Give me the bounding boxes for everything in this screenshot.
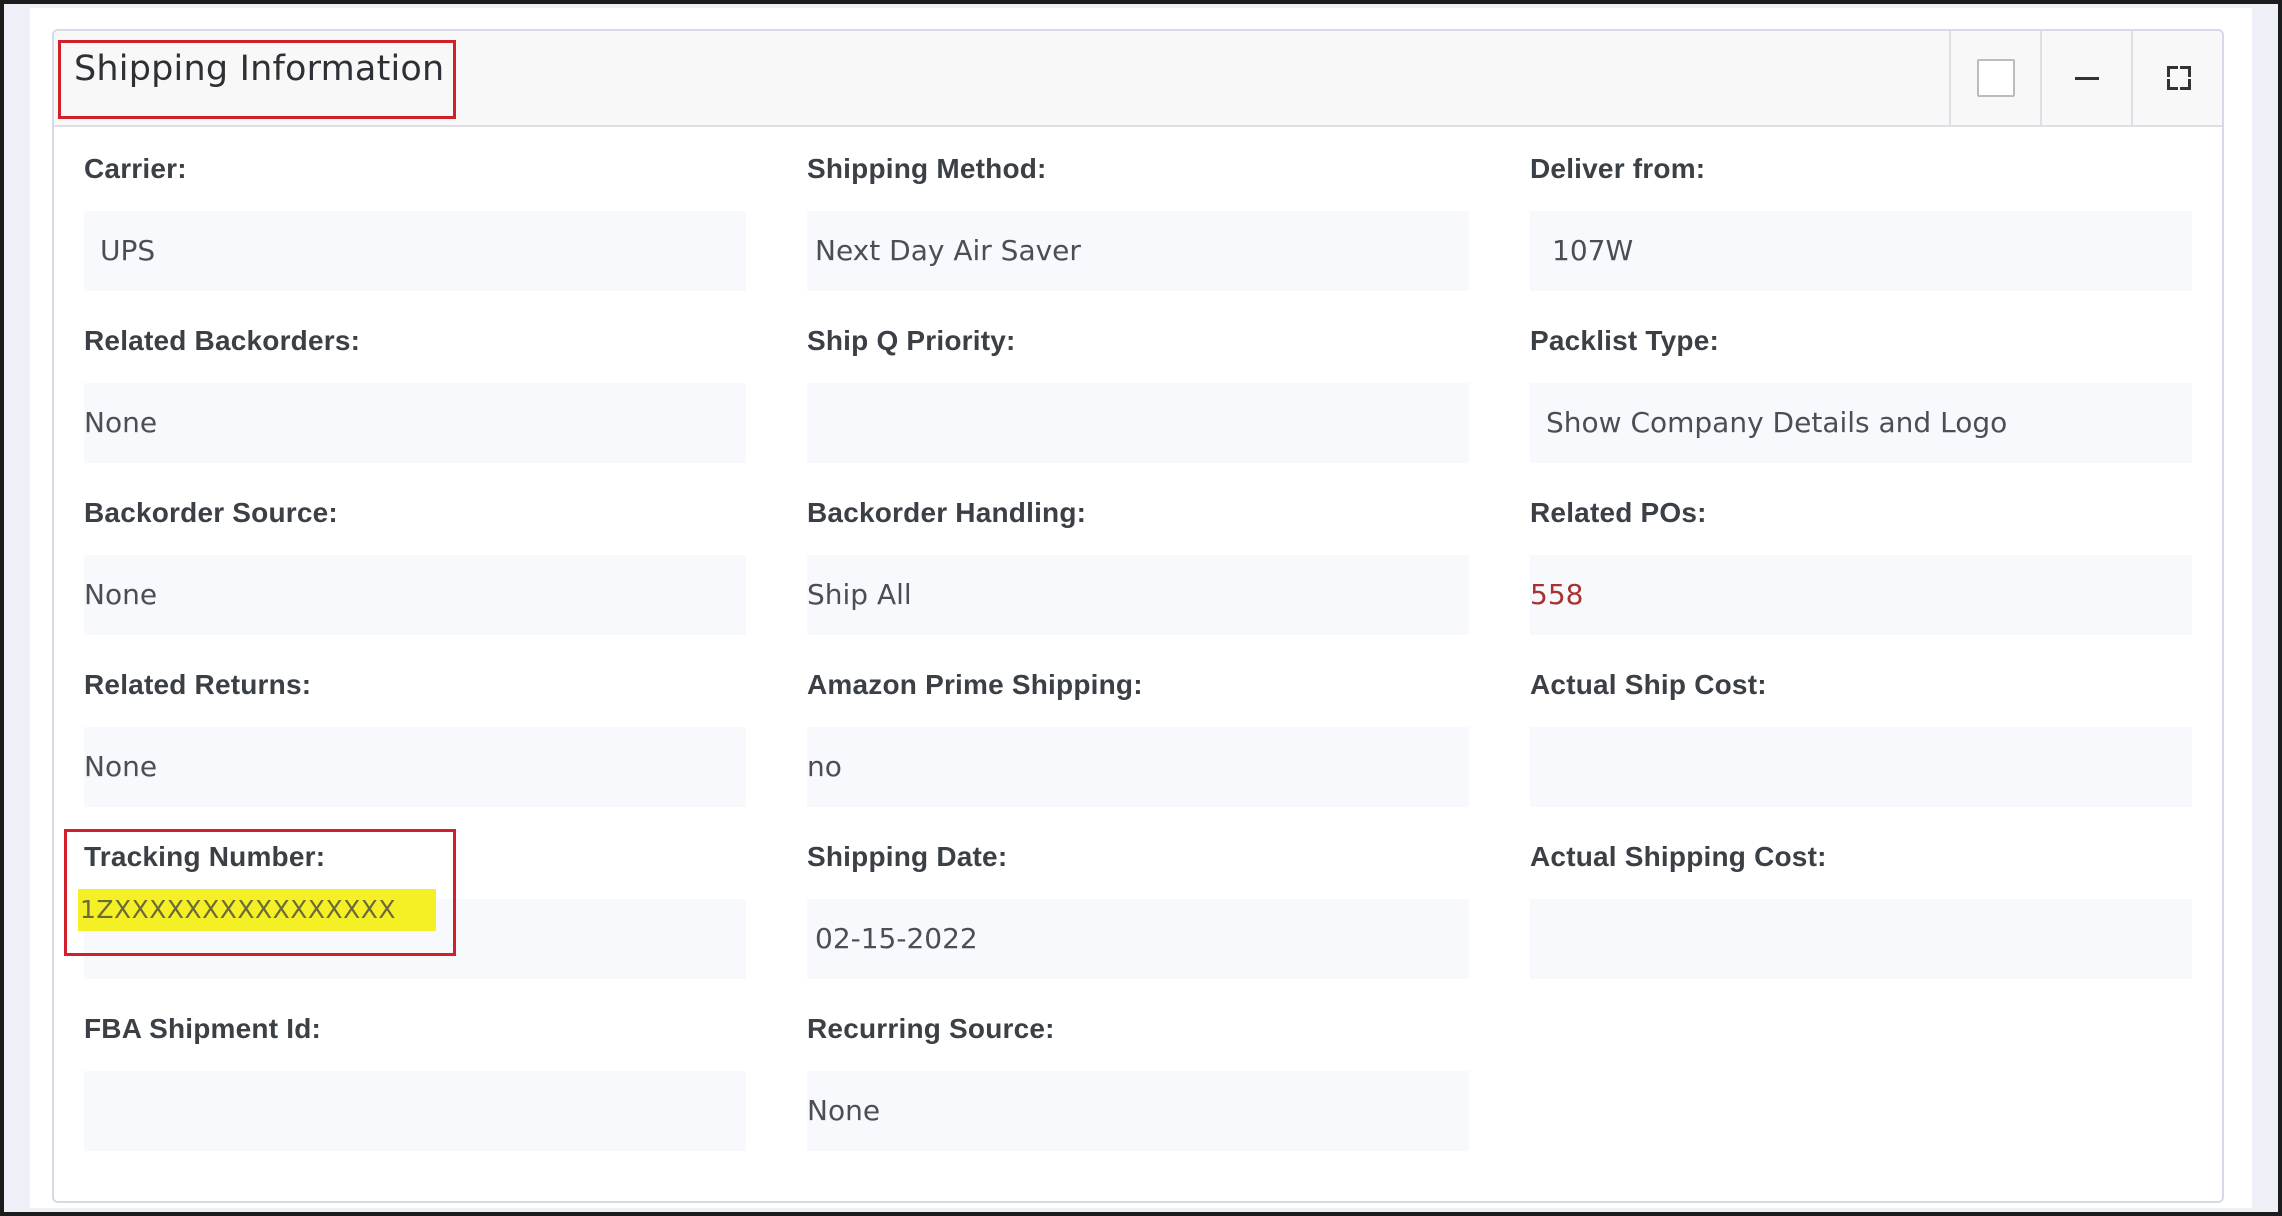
- actual-shipping-cost-label: Actual Shipping Cost:: [1530, 841, 1827, 872]
- ship-q-priority-value: [807, 383, 1469, 463]
- carrier-value: UPS: [84, 211, 746, 291]
- recurring-source-label: Recurring Source:: [807, 1013, 1055, 1044]
- recurring-source-value: None: [807, 1071, 1469, 1151]
- shipping-date-value: 02-15-2022: [807, 899, 1469, 979]
- related-returns-value: None: [84, 727, 746, 807]
- packlist-type-label: Packlist Type:: [1530, 325, 1720, 356]
- amazon-prime-shipping-value: no: [807, 727, 1469, 807]
- fba-shipment-id-value: [84, 1071, 746, 1151]
- minus-icon: [2075, 77, 2099, 80]
- backorder-handling-label: Backorder Handling:: [807, 497, 1087, 528]
- actual-shipping-cost-value: [1530, 899, 2192, 979]
- related-pos-label: Related POs:: [1530, 497, 1707, 528]
- tracking-annotation-box: [64, 829, 456, 956]
- related-returns-label: Related Returns:: [84, 669, 312, 700]
- carrier-label: Carrier:: [84, 153, 187, 184]
- actual-ship-cost-value: [1530, 727, 2192, 807]
- shipping-method-label: Shipping Method:: [807, 153, 1047, 184]
- title-annotation-box: [58, 40, 456, 119]
- shipping-date-label: Shipping Date:: [807, 841, 1008, 872]
- ship-q-priority-label: Ship Q Priority:: [807, 325, 1016, 356]
- packlist-type-value: Show Company Details and Logo: [1530, 383, 2192, 463]
- backorder-source-value: None: [84, 555, 746, 635]
- expand-panel-button[interactable]: [2131, 31, 2222, 125]
- expand-icon: [2167, 66, 2191, 90]
- backorder-source-label: Backorder Source:: [84, 497, 338, 528]
- backorder-handling-value: Ship All: [807, 555, 1469, 635]
- deliver-from-label: Deliver from:: [1530, 153, 1706, 184]
- related-po-link[interactable]: 558: [1530, 555, 2192, 635]
- checkbox-icon[interactable]: [1977, 59, 2015, 97]
- select-panel-button[interactable]: [1949, 31, 2040, 125]
- shipping-method-value: Next Day Air Saver: [807, 211, 1469, 291]
- related-backorders-value: None: [84, 383, 746, 463]
- actual-ship-cost-label: Actual Ship Cost:: [1530, 669, 1767, 700]
- fba-shipment-id-label: FBA Shipment Id:: [84, 1013, 322, 1044]
- amazon-prime-shipping-label: Amazon Prime Shipping:: [807, 669, 1143, 700]
- deliver-from-value: 107W: [1530, 211, 2192, 291]
- related-backorders-label: Related Backorders:: [84, 325, 361, 356]
- collapse-panel-button[interactable]: [2040, 31, 2131, 125]
